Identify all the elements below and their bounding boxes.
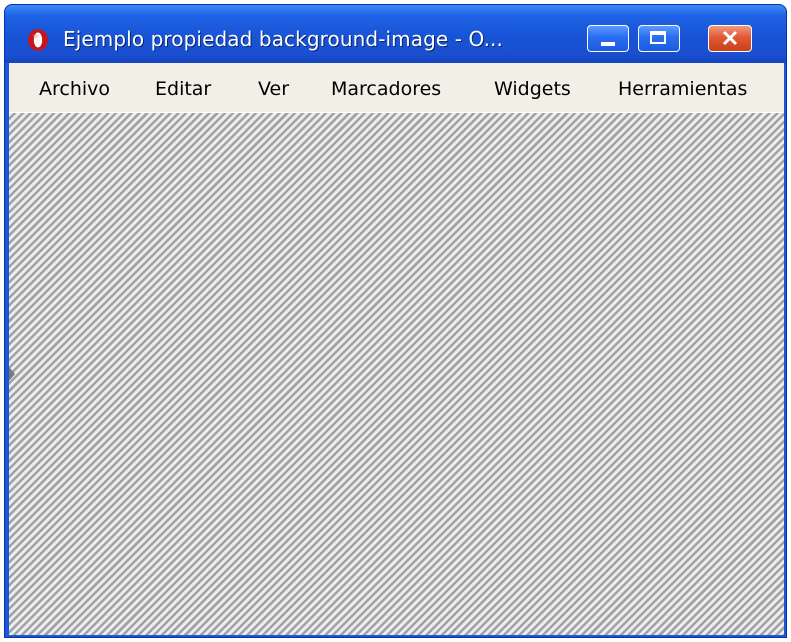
browser-window: Ejemplo propiedad background-image - O..… xyxy=(4,4,787,638)
maximize-icon xyxy=(650,31,666,44)
menu-item-ver[interactable]: Ver xyxy=(258,78,289,100)
menu-item-widgets[interactable]: Widgets xyxy=(494,78,571,100)
minimize-icon xyxy=(601,42,615,46)
menu-item-archivo[interactable]: Archivo xyxy=(39,78,110,100)
close-icon xyxy=(722,30,738,46)
minimize-button[interactable] xyxy=(587,25,629,52)
menu-item-herramientas[interactable]: Herramientas xyxy=(618,78,747,100)
menu-item-marcadores[interactable]: Marcadores xyxy=(331,78,441,100)
menu-item-editar[interactable]: Editar xyxy=(155,78,211,100)
menu-bar: Archivo Editar Ver Marcadores Widgets He… xyxy=(9,63,784,113)
window-title: Ejemplo propiedad background-image - O..… xyxy=(63,27,503,51)
page-content-striped-background[interactable] xyxy=(9,113,784,635)
panel-toggle-arrow-icon[interactable] xyxy=(9,367,15,381)
close-button[interactable] xyxy=(708,25,752,52)
maximize-button[interactable] xyxy=(638,25,680,52)
title-bar[interactable]: Ejemplo propiedad background-image - O..… xyxy=(5,5,786,63)
opera-logo-icon xyxy=(28,29,48,51)
